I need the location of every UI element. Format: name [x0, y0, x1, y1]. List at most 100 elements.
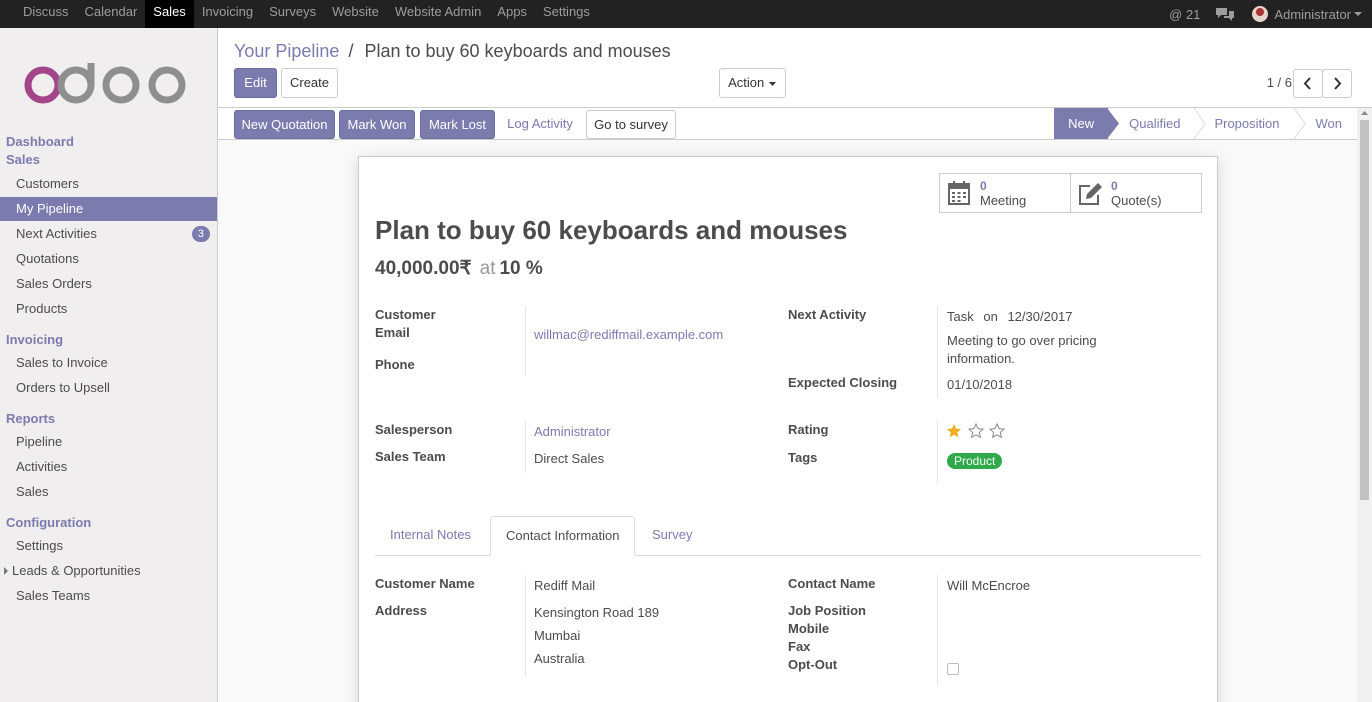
- sidebar-item-settings[interactable]: Settings: [0, 534, 217, 558]
- tab-survey[interactable]: Survey: [637, 516, 707, 556]
- sidebar-item-sales-orders[interactable]: Sales Orders: [0, 272, 217, 296]
- opt-out-checkbox[interactable]: [947, 663, 959, 675]
- scrollbar-thumb[interactable]: [1360, 120, 1369, 500]
- new-quotation-button[interactable]: New Quotation: [234, 110, 335, 139]
- sidebar-item-customers[interactable]: Customers: [0, 172, 217, 196]
- salesperson-field[interactable]: Administrator: [534, 424, 611, 439]
- tab-contact-information[interactable]: Contact Information: [490, 516, 636, 556]
- stage-proposition[interactable]: Proposition: [1206, 108, 1293, 139]
- field-divider: [937, 306, 938, 398]
- sidebar-item-pipeline[interactable]: Pipeline: [0, 430, 217, 454]
- chevron-right-icon: [1334, 77, 1342, 90]
- mobile-label: Mobile: [788, 621, 830, 636]
- field-divider: [937, 575, 938, 685]
- calendar-icon: [948, 181, 970, 205]
- email-label: Email: [375, 325, 410, 340]
- activity-date: 12/30/2017: [1007, 309, 1073, 324]
- sidebar-section-invoicing: Invoicing: [6, 332, 64, 347]
- menu-apps[interactable]: Apps: [489, 0, 535, 28]
- field-divider: [525, 575, 526, 677]
- stage-won[interactable]: Won: [1306, 108, 1359, 139]
- menu-calendar[interactable]: Calendar: [77, 0, 146, 28]
- edit-button[interactable]: Edit: [234, 68, 277, 98]
- pager-next-button[interactable]: [1322, 69, 1352, 98]
- contact-name-field[interactable]: Will McEncroe: [947, 578, 1030, 593]
- chat-icon[interactable]: [1214, 5, 1236, 23]
- meeting-smart-button[interactable]: 0 Meeting: [939, 173, 1071, 213]
- menu-website-admin[interactable]: Website Admin: [387, 0, 489, 28]
- stage-arrow-icon: [1293, 108, 1306, 139]
- form-view: 0 Meeting 0 Quote(s) Plan to buy 60 keyb…: [218, 140, 1357, 702]
- menu-invoicing[interactable]: Invoicing: [194, 0, 261, 28]
- star-filled-icon[interactable]: [946, 423, 962, 439]
- sidebar-item-quotations[interactable]: Quotations: [0, 247, 217, 271]
- phone-label: Phone: [375, 357, 415, 372]
- customer-name-label: Customer Name: [375, 576, 475, 591]
- sidebar-item-sales-report[interactable]: Sales: [0, 480, 217, 504]
- star-empty-icon[interactable]: [968, 423, 984, 439]
- action-dropdown[interactable]: Action: [719, 68, 786, 98]
- scroll-up-arrow-icon[interactable]: [1357, 108, 1372, 118]
- quotes-smart-button[interactable]: 0 Quote(s): [1070, 173, 1202, 213]
- mark-won-button[interactable]: Mark Won: [339, 110, 415, 139]
- stage-label: Won: [1315, 116, 1343, 131]
- menu-surveys[interactable]: Surveys: [261, 0, 324, 28]
- tag-badge: Product: [947, 453, 1003, 469]
- pager-value: 1 / 6: [1266, 75, 1292, 90]
- sidebar-item-sales-teams[interactable]: Sales Teams: [0, 584, 217, 608]
- email-field[interactable]: willmac@rediffmail.example.com: [534, 327, 723, 342]
- expected-closing-field[interactable]: 01/10/2018: [947, 377, 1012, 392]
- mentions-counter[interactable]: @ 21: [1169, 7, 1200, 22]
- stage-label: Proposition: [1214, 116, 1280, 131]
- star-empty-icon[interactable]: [989, 423, 1005, 439]
- menu-settings[interactable]: Settings: [535, 0, 598, 28]
- sidebar-item-activities[interactable]: Activities: [0, 455, 217, 479]
- sidebar-item-label: Leads & Opportunities: [12, 563, 141, 578]
- activity-on: on: [983, 309, 998, 324]
- sidebar-section-sales: Sales: [6, 152, 40, 167]
- sidebar-item-products[interactable]: Products: [0, 297, 217, 321]
- sales-team-field[interactable]: Direct Sales: [534, 451, 604, 466]
- sidebar: Dashboard Sales Customers My Pipeline Ne…: [0, 28, 218, 702]
- revenue-value: 40,000.00₹: [375, 258, 472, 279]
- notebook-tabs: Internal Notes Contact Information Surve…: [375, 516, 1201, 556]
- sidebar-item-my-pipeline[interactable]: My Pipeline: [0, 197, 217, 221]
- tab-internal-notes[interactable]: Internal Notes: [375, 516, 486, 556]
- go-to-survey-button[interactable]: Go to survey: [586, 110, 676, 139]
- salesperson-label: Salesperson: [375, 422, 453, 437]
- next-activity-label: Next Activity: [788, 307, 867, 322]
- sidebar-item-sales-to-invoice[interactable]: Sales to Invoice: [0, 351, 217, 375]
- systray: @ 21 Administrator: [1169, 0, 1372, 28]
- top-navbar: Discuss Calendar Sales Invoicing Surveys…: [0, 0, 1372, 28]
- sidebar-item-orders-to-upsell[interactable]: Orders to Upsell: [0, 376, 217, 400]
- field-divider: [525, 306, 526, 376]
- next-activity-summary: Meeting to go over pricing information.: [947, 333, 1097, 366]
- quotes-count: 0: [1111, 179, 1118, 193]
- next-activity-field[interactable]: Task on 12/30/2017: [947, 309, 1073, 324]
- log-activity-button[interactable]: Log Activity: [500, 110, 580, 139]
- menu-discuss[interactable]: Discuss: [15, 0, 77, 28]
- breadcrumb-pipeline-link[interactable]: Your Pipeline: [234, 41, 339, 61]
- menu-website[interactable]: Website: [324, 0, 387, 28]
- vertical-scrollbar[interactable]: [1357, 108, 1372, 702]
- menu-sales[interactable]: Sales: [145, 0, 194, 28]
- probability-value: 10 %: [499, 258, 543, 279]
- expected-revenue: 40,000.00₹ at 10 %: [375, 257, 543, 280]
- activity-type: Task: [947, 309, 974, 324]
- breadcrumb-current: Plan to buy 60 keyboards and mouses: [364, 41, 671, 61]
- country-field[interactable]: Australia: [534, 651, 585, 666]
- create-button[interactable]: Create: [281, 68, 338, 98]
- city-field[interactable]: Mumbai: [534, 628, 580, 643]
- sidebar-item-next-activities[interactable]: Next Activities 3: [0, 222, 217, 246]
- stage-label: Qualified: [1129, 116, 1181, 131]
- customer-name-field[interactable]: Rediff Mail: [534, 578, 595, 593]
- stage-qualified[interactable]: Qualified: [1107, 108, 1194, 139]
- mark-lost-button[interactable]: Mark Lost: [420, 110, 495, 139]
- control-panel: Your Pipeline / Plan to buy 60 keyboards…: [218, 28, 1372, 108]
- sidebar-section-dashboard[interactable]: Dashboard: [6, 134, 74, 149]
- street-field[interactable]: Kensington Road 189: [534, 605, 659, 620]
- stage-new[interactable]: New: [1054, 108, 1109, 139]
- sidebar-item-leads-opportunities[interactable]: Leads & Opportunities: [0, 559, 217, 583]
- pager-previous-button[interactable]: [1293, 69, 1323, 98]
- user-menu[interactable]: Administrator: [1252, 6, 1363, 22]
